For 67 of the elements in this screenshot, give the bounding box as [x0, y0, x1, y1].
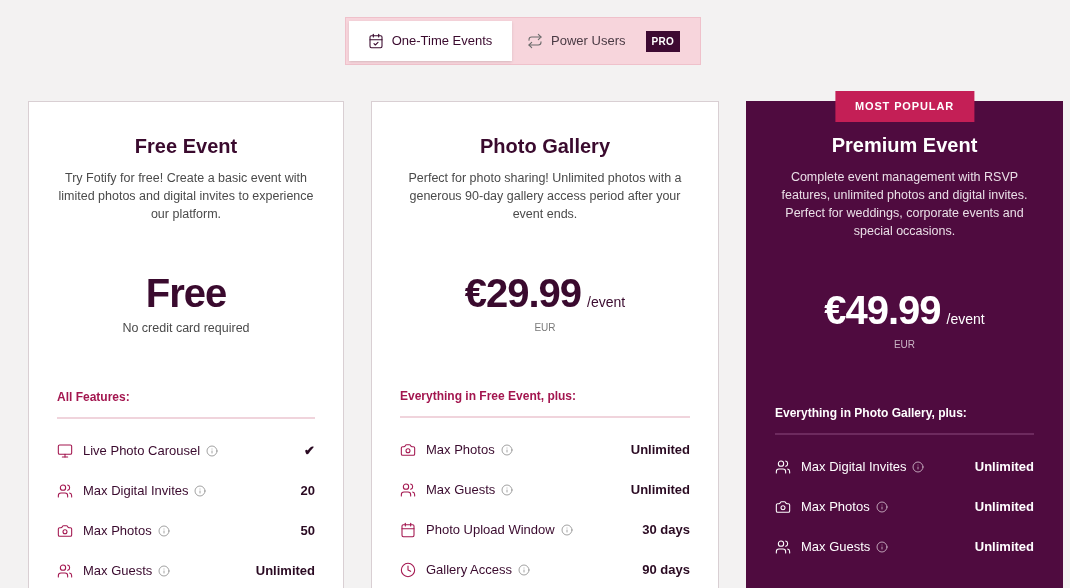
calendar-icon — [367, 33, 384, 49]
feature-value: Unlimited — [630, 441, 690, 460]
tab[interactable]: Power Users PRO — [514, 21, 693, 61]
feature-label: Photo Upload Window — [426, 521, 555, 540]
features-heading: Everything in Free Event, plus: — [400, 388, 578, 405]
feature-label: Live Photo Carousel — [83, 442, 201, 460]
feature-value: 30 days — [642, 521, 690, 540]
popular-badge: MOST POPULAR — [834, 91, 975, 122]
repeat-icon — [527, 33, 544, 49]
feature-value: Unlimited — [974, 498, 1034, 517]
feature-value: 50 — [300, 522, 315, 540]
feature-label: Max Guests — [83, 562, 153, 580]
people-icon — [57, 562, 73, 579]
feature-label: Max Digital Invites — [801, 458, 907, 477]
price-note: No credit card required — [121, 320, 251, 337]
clock-icon — [400, 562, 416, 578]
features-heading: Everything in Photo Gallery, plus: — [775, 405, 968, 422]
camera-icon — [57, 522, 73, 539]
info-icon[interactable] — [876, 541, 889, 553]
price-period: /event — [587, 293, 626, 312]
people-icon — [775, 459, 791, 475]
feature-label: Max Photos — [83, 522, 152, 540]
feature-label: Gallery Access — [426, 561, 512, 580]
feature-value: 90 days — [642, 561, 690, 580]
info-icon[interactable] — [206, 444, 219, 457]
info-icon[interactable] — [501, 484, 514, 496]
currency: EUR — [533, 321, 557, 335]
price-period: /event — [946, 310, 985, 329]
features-heading: All Features: — [57, 388, 131, 406]
plan-title: Photo Gallery — [479, 134, 611, 158]
display-icon — [57, 442, 73, 459]
feature-label: Max Digital Invites — [83, 482, 189, 500]
people-icon — [400, 482, 416, 498]
feature-value: ✔ — [304, 442, 315, 460]
plan-title: Premium Event — [830, 133, 979, 157]
plan-description: Try Fotify for free! Create a basic event with limited photos and digital invites to experience our platform. — [57, 170, 315, 223]
info-icon[interactable] — [912, 461, 925, 473]
currency: EUR — [892, 338, 917, 352]
info-icon[interactable] — [875, 501, 888, 513]
info-icon[interactable] — [158, 564, 171, 577]
feature-value: Unlimited — [255, 562, 315, 580]
plan-title: Free Event — [133, 134, 239, 158]
price: €49.99 — [824, 288, 941, 332]
feature-value: 20 — [300, 482, 315, 500]
price: Free — [145, 271, 227, 315]
camera-icon — [775, 499, 791, 515]
people-icon — [57, 482, 73, 499]
info-icon[interactable] — [157, 524, 170, 537]
feature-value: Unlimited — [630, 481, 690, 500]
info-icon[interactable] — [560, 524, 573, 536]
people-icon — [775, 539, 791, 555]
info-icon[interactable] — [500, 444, 513, 456]
plan-description: Complete event management with RSVP features, unlimited photos and digital invites. Perfect for weddings, corporate events and special occasions. — [780, 169, 1029, 240]
price: €29.99 — [464, 271, 582, 315]
feature-value: Unlimited — [974, 538, 1034, 557]
tab[interactable]: One-Time Events — [348, 21, 512, 61]
feature-label: Max Photos — [801, 498, 870, 517]
info-icon[interactable] — [518, 564, 530, 576]
camera-icon — [400, 442, 416, 458]
feature-label: Max Guests — [426, 481, 496, 500]
feature-value: Unlimited — [974, 458, 1034, 477]
calendar-icon — [400, 522, 416, 538]
pro-badge: PRO — [645, 30, 680, 52]
feature-label: Max Photos — [426, 441, 495, 460]
feature-label: Max Guests — [801, 538, 871, 557]
info-icon[interactable] — [194, 484, 207, 497]
plan-description: Perfect for photo sharing! Unlimited photos with a generous 90-day gallery access period after your event ends. — [407, 170, 683, 223]
